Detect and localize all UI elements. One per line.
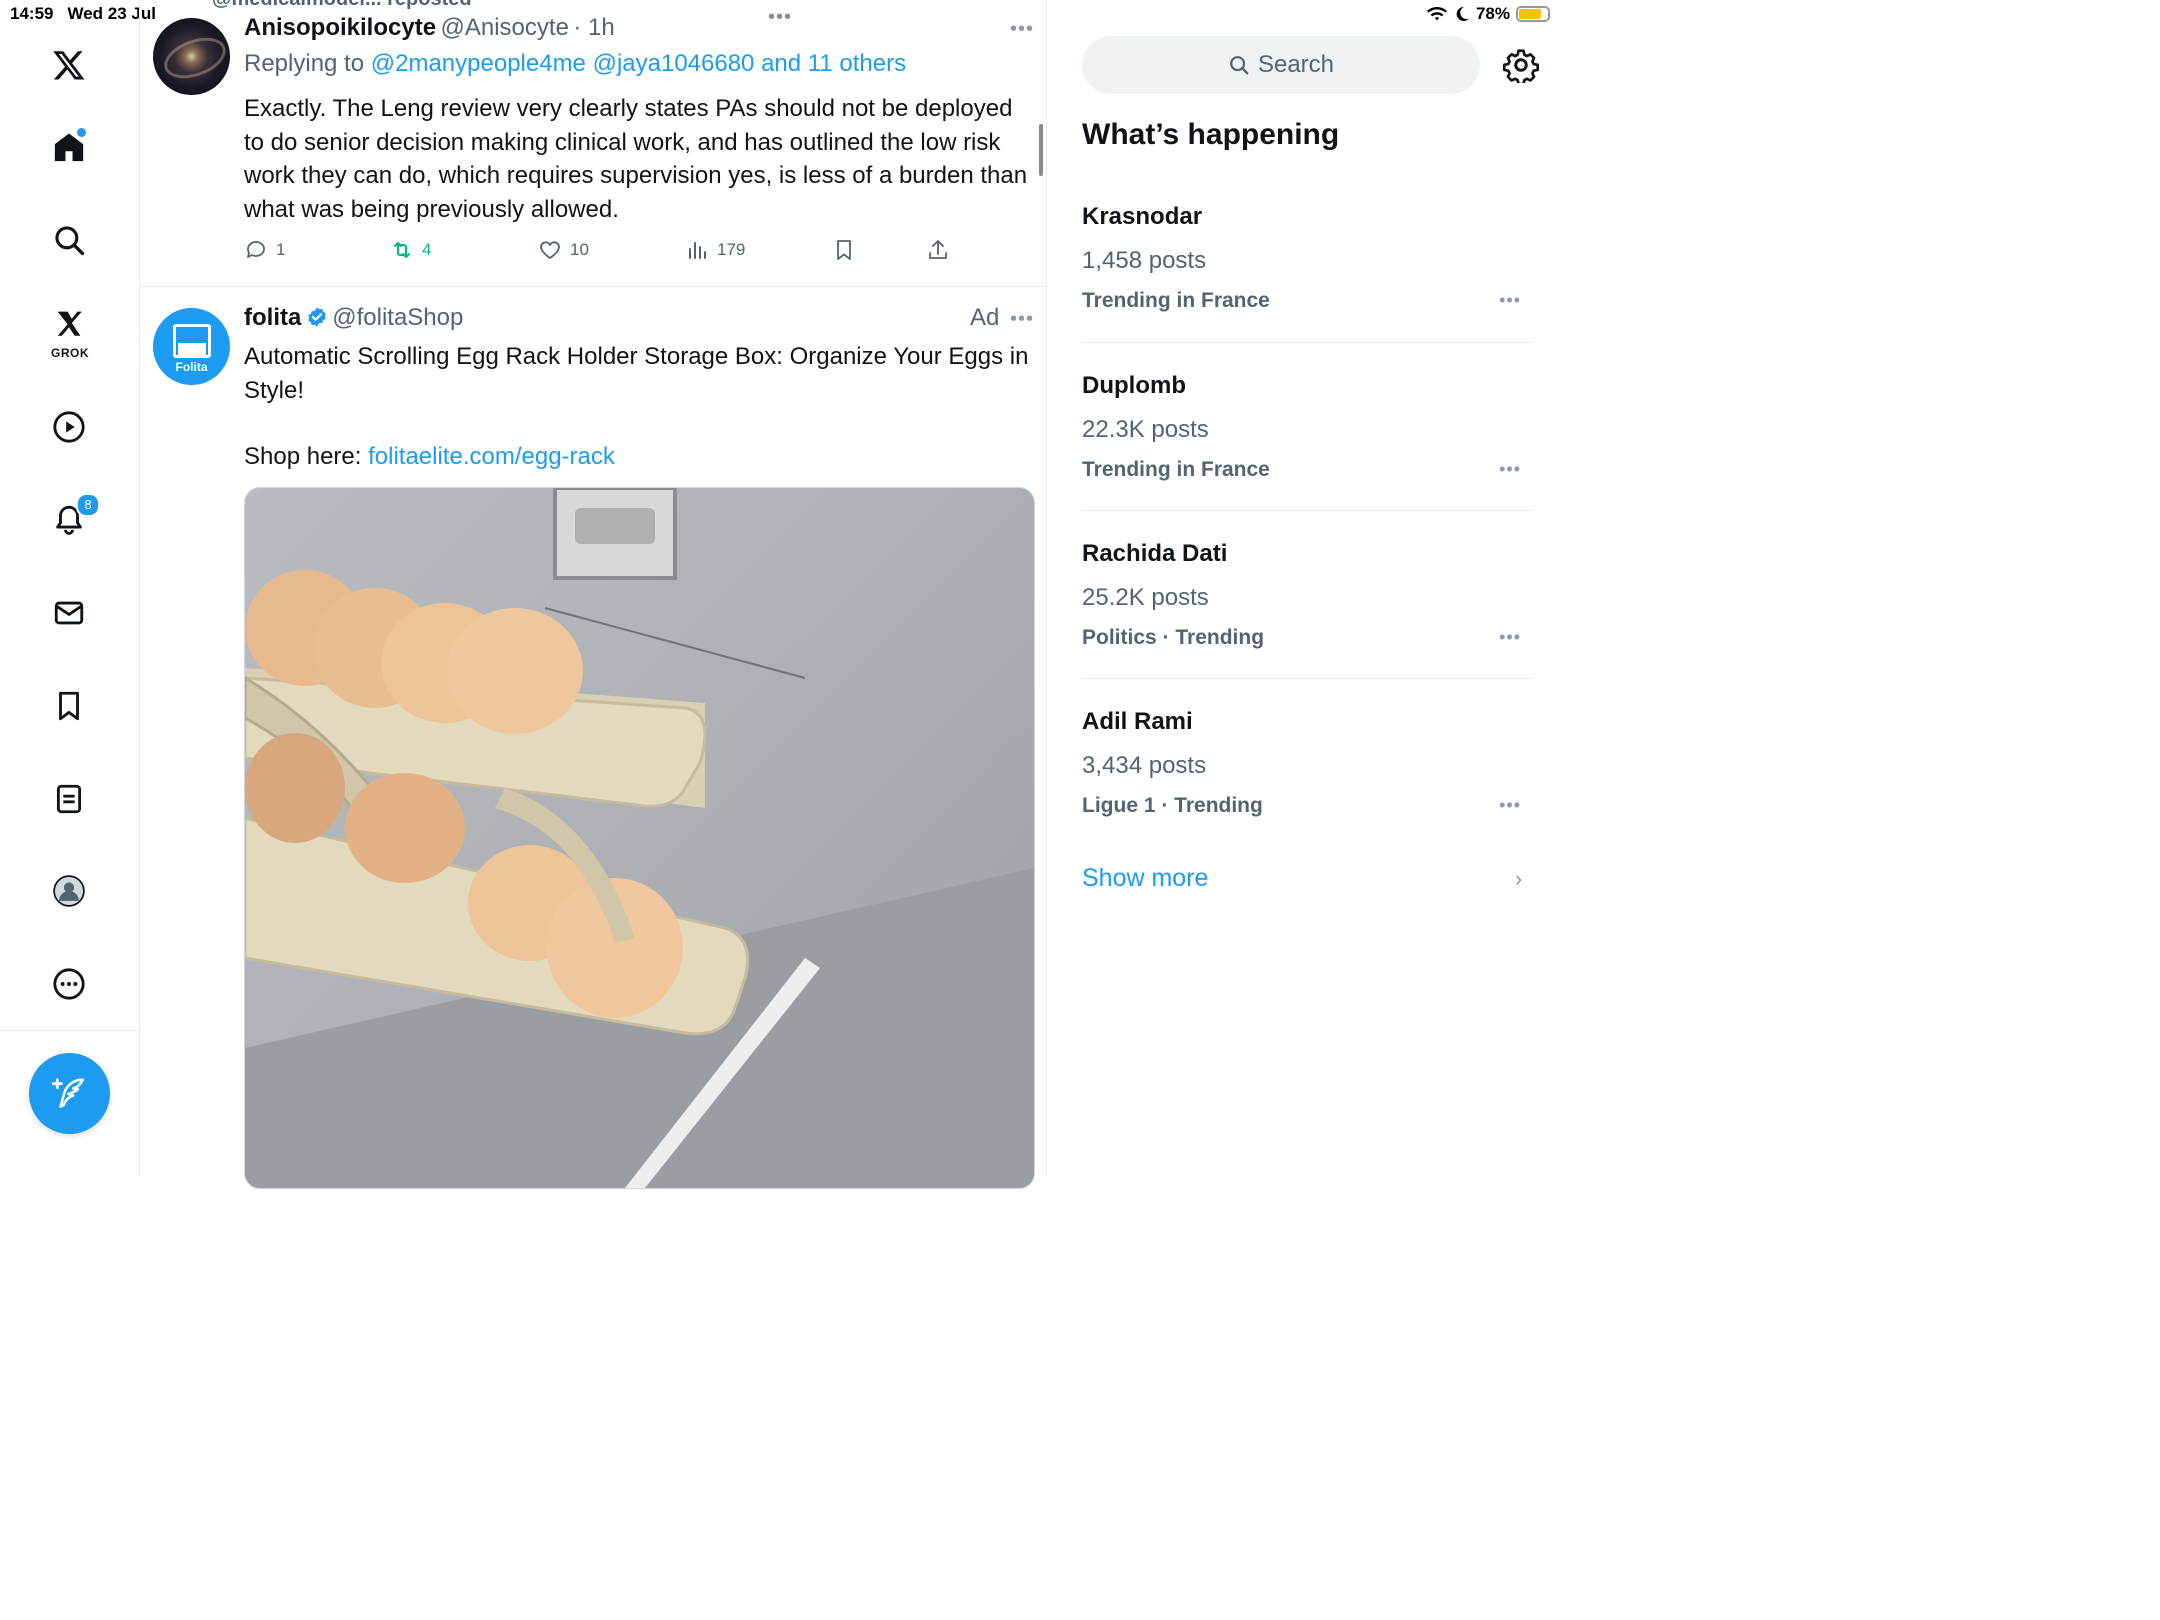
trend-context: Trending in France: [1082, 289, 1270, 312]
search-placeholder: Search: [1257, 51, 1335, 78]
ad-header: folita @folitaShop: [244, 304, 463, 332]
tweet-more-icon[interactable]: •••: [1010, 18, 1034, 41]
avatar-brand-label: Folita: [175, 359, 208, 374]
sidebar-divider: [0, 1030, 139, 1031]
replying-to-users[interactable]: @2manypeople4me @jaya1046680 and 11 othe…: [371, 50, 906, 77]
shop-prefix: Shop here:: [244, 443, 369, 470]
compose-post-button[interactable]: [29, 1053, 110, 1134]
video-icon[interactable]: [44, 402, 94, 452]
tweet-divider: [140, 286, 1046, 287]
bookmark-icon: [837, 240, 851, 260]
egg-rack-photo: [245, 488, 1034, 1188]
reply-action[interactable]: 1: [244, 238, 285, 262]
grok-label: GROK: [51, 346, 89, 360]
ad-author-name[interactable]: folita: [244, 304, 301, 331]
trend-divider: [1082, 510, 1533, 511]
messages-icon[interactable]: [44, 588, 94, 638]
chevron-right-icon[interactable]: ›: [1515, 866, 1522, 892]
trend-count: 3,434 posts: [1082, 752, 1207, 779]
ad-author-handle[interactable]: @folitaShop: [332, 304, 463, 331]
trend-context: Politics · Trending: [1082, 626, 1265, 649]
ad-media-image[interactable]: [244, 487, 1035, 1189]
replying-to: Replying to @2manypeople4me @jaya1046680…: [244, 50, 906, 78]
home-icon[interactable]: [44, 122, 94, 172]
ad-more-icon[interactable]: •••: [1010, 308, 1034, 331]
trend-more-icon[interactable]: •••: [1499, 627, 1521, 648]
profile-avatar[interactable]: [44, 866, 94, 916]
repost-icon: [394, 242, 410, 258]
ad-label: Ad: [970, 304, 1000, 331]
whats-happening-title: What’s happening: [1082, 118, 1340, 151]
trend-divider: [1082, 342, 1533, 343]
trend-more-icon[interactable]: •••: [1499, 290, 1521, 311]
like-count: 10: [570, 240, 589, 259]
lists-icon[interactable]: [44, 774, 94, 824]
trend-more-icon[interactable]: •••: [1499, 459, 1521, 480]
tweet-header: Anisopoikilocyte @Anisocyte · 1h: [244, 14, 615, 42]
tweet-author-name[interactable]: Anisopoikilocyte: [244, 14, 436, 41]
ad-author-avatar[interactable]: Folita: [153, 308, 230, 385]
repost-context: @medicalmodel... reposted: [212, 0, 472, 11]
timeline-scrollbar[interactable]: [1039, 124, 1043, 176]
trend-divider: [1082, 678, 1533, 679]
views-chart-icon: [689, 242, 706, 259]
trend-context: Ligue 1 · Trending: [1082, 794, 1263, 817]
ad-text: Automatic Scrolling Egg Rack Holder Stor…: [244, 343, 1029, 404]
more-options-icon[interactable]: [44, 959, 94, 1009]
trend-item[interactable]: Adil Rami 3,434 posts Ligue 1 · Trending…: [1082, 708, 1533, 818]
verified-badge-icon: [308, 307, 326, 327]
wifi-icon: [1426, 6, 1447, 21]
share-action[interactable]: [926, 238, 950, 262]
trend-more-icon[interactable]: •••: [1499, 795, 1521, 816]
notifications-icon[interactable]: 8: [44, 493, 100, 545]
search-nav-icon[interactable]: [44, 215, 94, 265]
search-input[interactable]: Search: [1082, 36, 1480, 94]
trend-name: Duplomb: [1082, 372, 1186, 399]
replying-prefix: Replying to: [244, 50, 371, 77]
trend-item[interactable]: Krasnodar 1,458 posts Trending in France…: [1082, 203, 1533, 313]
reply-icon: [247, 241, 265, 258]
trend-context: Trending in France: [1082, 458, 1270, 481]
moon-icon: [1456, 6, 1469, 21]
heart-icon: [540, 241, 560, 259]
trend-name: Krasnodar: [1082, 203, 1203, 230]
show-more-link[interactable]: Show more: [1082, 864, 1208, 893]
tweet-text: Exactly. The Leng review very clearly st…: [244, 95, 1028, 223]
grok-icon[interactable]: [44, 303, 94, 343]
bookmarks-nav-icon[interactable]: [44, 681, 94, 731]
x-logo-icon[interactable]: [44, 40, 94, 90]
battery-icon: [1516, 6, 1550, 22]
tweet-time[interactable]: · 1h: [573, 14, 614, 41]
search-icon: [1230, 56, 1249, 75]
like-action[interactable]: 10: [538, 238, 589, 262]
compose-feather-icon: [51, 1077, 84, 1108]
home-unread-dot: [77, 128, 86, 137]
status-indicators: 78%: [1426, 4, 1550, 24]
trend-name: Rachida Dati: [1082, 540, 1228, 567]
trend-item[interactable]: Rachida Dati 25.2K posts Politics · Tren…: [1082, 540, 1533, 650]
share-icon: [929, 240, 947, 259]
trend-count: 22.3K posts: [1082, 416, 1209, 443]
repost-count: 4: [422, 240, 432, 259]
trend-name: Adil Rami: [1082, 708, 1193, 735]
trend-item[interactable]: Duplomb 22.3K posts Trending in France •…: [1082, 372, 1533, 482]
reply-count: 1: [276, 240, 286, 259]
trend-count: 1,458 posts: [1082, 247, 1207, 274]
ad-shop-line: Shop here: folitaelite.com/egg-rack: [244, 440, 615, 474]
bookmark-action[interactable]: [832, 238, 856, 262]
trend-count: 25.2K posts: [1082, 584, 1209, 611]
shop-link[interactable]: folitaelite.com/egg-rack: [368, 443, 615, 470]
battery-percent: 78%: [1475, 4, 1510, 23]
shopping-bag-icon: [172, 323, 211, 358]
settings-gear-icon[interactable]: [1503, 47, 1539, 83]
repost-action[interactable]: 4: [390, 238, 431, 262]
tweet-author-handle[interactable]: @Anisocyte: [441, 14, 569, 41]
views-action[interactable]: 179: [685, 238, 745, 262]
notifications-badge: 8: [76, 493, 100, 517]
tweet-author-avatar[interactable]: [153, 18, 230, 95]
views-count: 179: [717, 240, 746, 259]
